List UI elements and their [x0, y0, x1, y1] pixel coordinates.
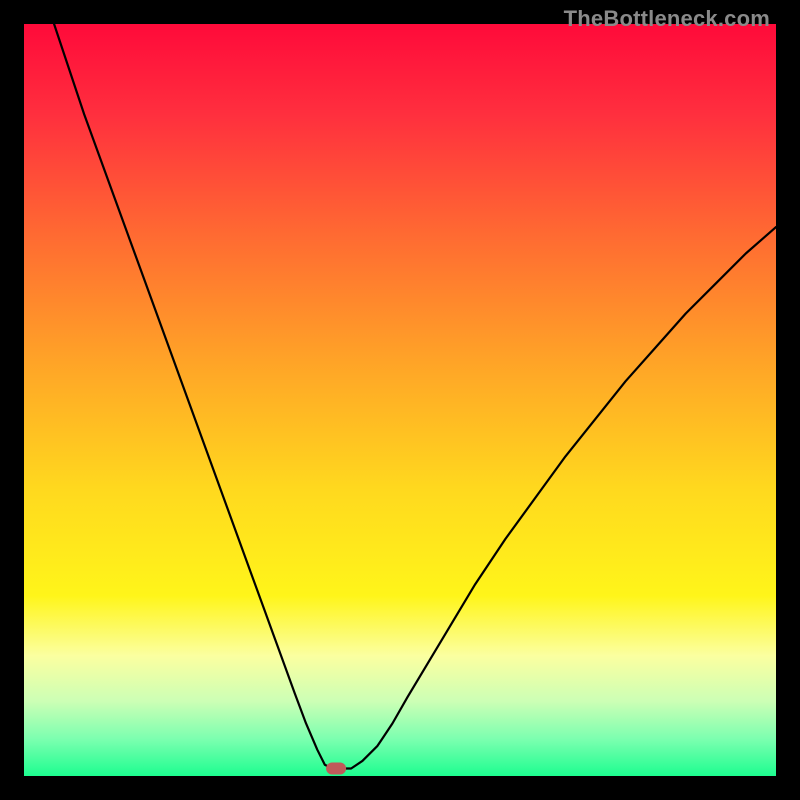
- chart-background: [24, 24, 776, 776]
- watermark-text: TheBottleneck.com: [564, 6, 770, 32]
- chart-marker: [326, 762, 346, 774]
- chart-svg: [24, 24, 776, 776]
- chart-plot-area: [24, 24, 776, 776]
